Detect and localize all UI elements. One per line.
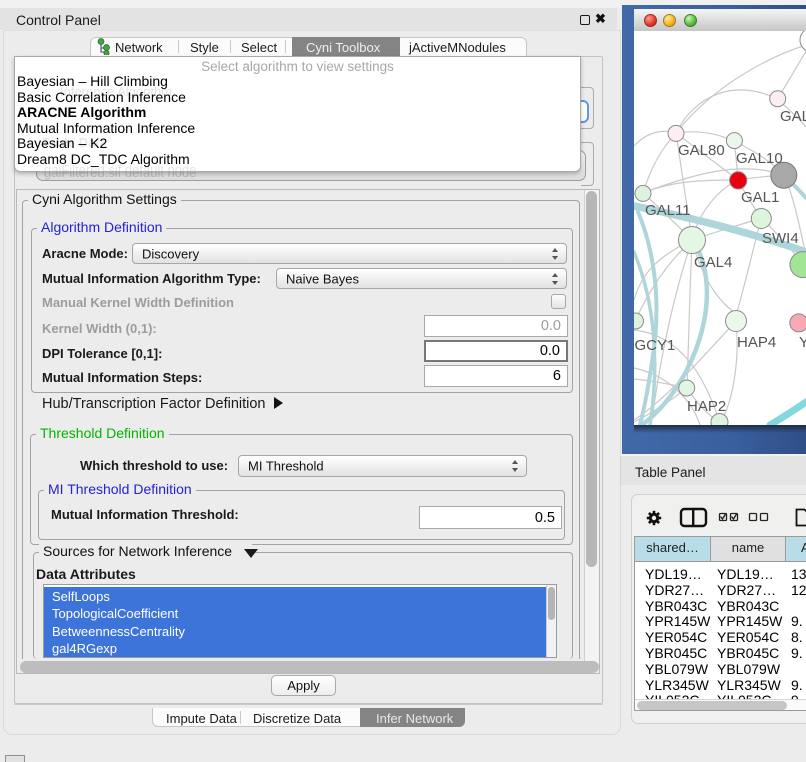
svg-text:GAL11: GAL11 (645, 202, 691, 219)
svg-text:GAL4: GAL4 (694, 254, 732, 271)
svg-text:YEL0: YEL0 (799, 334, 806, 351)
svg-text:GAL10: GAL10 (736, 150, 783, 167)
svg-text:GCY1: GCY1 (635, 337, 676, 354)
svg-text:HAP4: HAP4 (737, 334, 776, 351)
svg-text:GAL80: GAL80 (678, 142, 725, 159)
svg-text:SWI4: SWI4 (762, 230, 799, 247)
svg-text:HAP2: HAP2 (687, 398, 726, 415)
svg-text:GAL1: GAL1 (741, 189, 779, 206)
svg-text:GAL2: GAL2 (780, 108, 806, 125)
